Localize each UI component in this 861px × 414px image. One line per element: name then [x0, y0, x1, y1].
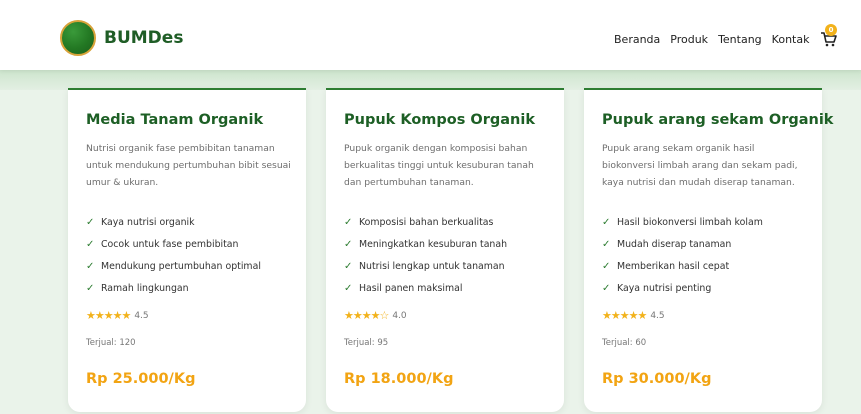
- check-icon: ✓: [602, 282, 611, 294]
- feature-item: ✓ Komposisi bahan berkualitas: [344, 211, 507, 233]
- nav-link-produk[interactable]: Produk: [670, 33, 708, 46]
- feature-label: Kaya nutrisi organik: [101, 216, 195, 228]
- rating-value: 4.5: [650, 310, 665, 321]
- nav-link-tentang[interactable]: Tentang: [718, 33, 762, 46]
- rating: ★★★★★ 4.5: [602, 309, 665, 322]
- feature-item: ✓ Nutrisi lengkap untuk tanaman: [344, 255, 507, 277]
- nav-link-beranda[interactable]: Beranda: [614, 33, 660, 46]
- sold-count: Terjual: 95: [344, 338, 389, 348]
- check-icon: ✓: [344, 260, 353, 272]
- product-description: Pupuk organik dengan komposisi bahan ber…: [344, 143, 534, 188]
- product-description: Pupuk arang sekam organik hasil biokonve…: [602, 143, 798, 188]
- check-icon: ✓: [86, 282, 95, 294]
- rating: ★★★★★ 4.5: [86, 309, 149, 322]
- check-icon: ✓: [86, 216, 95, 228]
- feature-label: Hasil panen maksimal: [359, 282, 463, 294]
- product-title: Pupuk arang sekam Organik: [602, 112, 834, 128]
- feature-label: Memberikan hasil cepat: [617, 260, 730, 272]
- check-icon: ✓: [602, 238, 611, 250]
- feature-label: Mendukung pertumbuhan optimal: [101, 260, 261, 272]
- rating: ★★★★☆ 4.0: [344, 309, 407, 322]
- feature-label: Nutrisi lengkap untuk tanaman: [359, 260, 505, 272]
- product-description: Nutrisi organik fase pembibitan tanaman …: [86, 143, 291, 188]
- feature-item: ✓ Mendukung pertumbuhan optimal: [86, 255, 261, 277]
- check-icon: ✓: [344, 282, 353, 294]
- check-icon: ✓: [602, 260, 611, 272]
- product-card[interactable]: Pupuk arang sekam Organik Pupuk arang se…: [584, 88, 833, 412]
- feature-item: ✓ Cocok untuk fase pembibitan: [86, 233, 261, 255]
- feature-item: ✓ Hasil panen maksimal: [344, 277, 507, 299]
- navbar: BUMDes Beranda Produk Tentang Kontak 0: [0, 0, 861, 70]
- check-icon: ✓: [344, 216, 353, 228]
- star-rating-icon: ★★★★★: [602, 309, 647, 322]
- feature-label: Cocok untuk fase pembibitan: [101, 238, 239, 250]
- feature-label: Meningkatkan kesuburan tanah: [359, 238, 508, 250]
- rating-value: 4.0: [392, 310, 407, 321]
- product-title: Pupuk Kompos Organik: [344, 112, 535, 128]
- check-icon: ✓: [86, 238, 95, 250]
- feature-item: ✓ Meningkatkan kesuburan tanah: [344, 233, 507, 255]
- feature-item: ✓ Memberikan hasil cepat: [602, 255, 763, 277]
- product-card[interactable]: Pupuk Kompos Organik Pupuk organik denga…: [326, 88, 564, 412]
- check-icon: ✓: [602, 216, 611, 228]
- brand-name[interactable]: BUMDes: [104, 28, 183, 48]
- feature-list: ✓ Komposisi bahan berkualitas ✓ Meningkatk…: [344, 211, 507, 299]
- logo[interactable]: [60, 20, 96, 56]
- feature-item: ✓ Ramah lingkungan: [86, 277, 261, 299]
- sold-count: Terjual: 60: [602, 338, 647, 348]
- feature-label: Kaya nutrisi penting: [617, 282, 712, 294]
- nav-link-kontak[interactable]: Kontak: [772, 33, 810, 46]
- feature-item: ✓ Kaya nutrisi penting: [602, 277, 763, 299]
- feature-item: ✓ Kaya nutrisi organik: [86, 211, 261, 233]
- feature-item: ✓ Hasil biokonversi limbah kolam: [602, 211, 763, 233]
- feature-label: Hasil biokonversi limbah kolam: [617, 216, 763, 228]
- star-rating-icon: ★★★★★: [86, 309, 131, 322]
- sold-count: Terjual: 120: [86, 338, 136, 348]
- product-price: Rp 25.000/Kg: [86, 371, 196, 387]
- feature-list: ✓ Kaya nutrisi organik ✓ Cocok untuk fase …: [86, 211, 261, 299]
- product-card[interactable]: Media Tanam Organik Nutrisi organik fase…: [68, 88, 306, 412]
- feature-list: ✓ Hasil biokonversi limbah kolam ✓ Mudah d…: [602, 211, 763, 299]
- product-price: Rp 18.000/Kg: [344, 371, 454, 387]
- section-band: [0, 70, 861, 90]
- feature-label: Komposisi bahan berkualitas: [359, 216, 494, 228]
- product-price: Rp 30.000/Kg: [602, 371, 712, 387]
- check-icon: ✓: [86, 260, 95, 272]
- star-rating-icon: ★★★★☆: [344, 309, 389, 322]
- feature-item: ✓ Mudah diserap tanaman: [602, 233, 763, 255]
- rating-value: 4.5: [134, 310, 149, 321]
- check-icon: ✓: [344, 238, 353, 250]
- cart-count-badge: 0: [825, 24, 837, 36]
- product-title: Media Tanam Organik: [86, 112, 264, 128]
- feature-label: Mudah diserap tanaman: [617, 238, 732, 250]
- feature-label: Ramah lingkungan: [101, 282, 189, 294]
- nav-links: Beranda Produk Tentang Kontak: [614, 33, 809, 46]
